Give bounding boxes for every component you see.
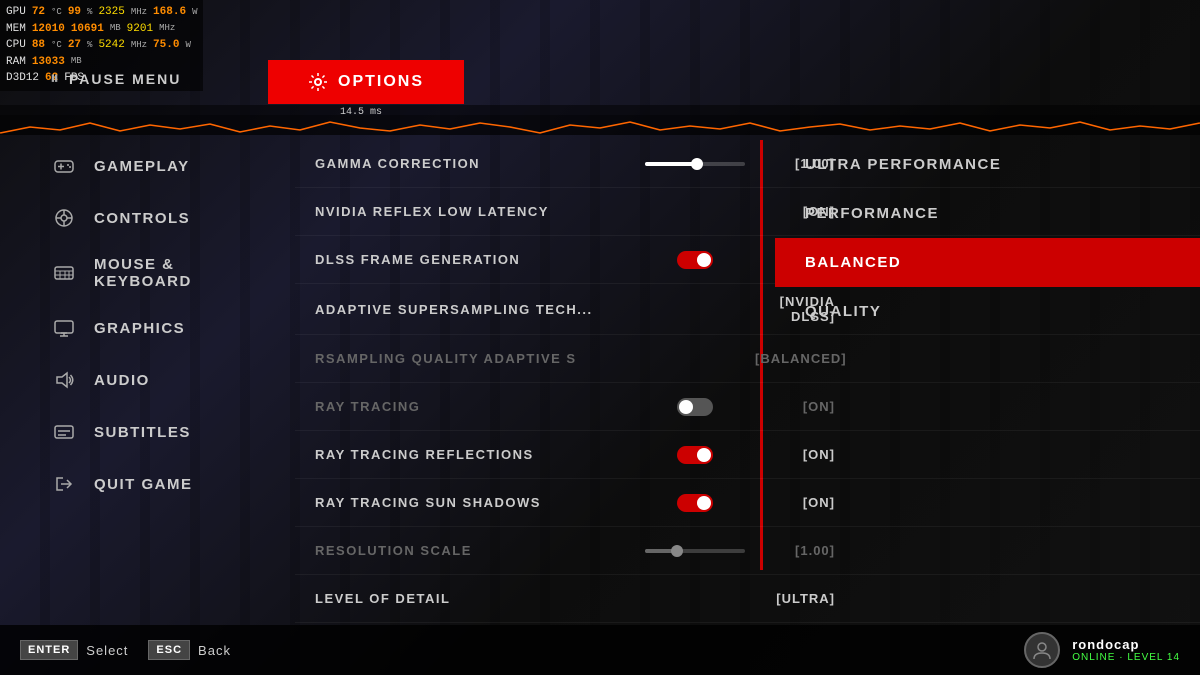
setting-name-res-scale: RESOLUTION SCALE [315, 543, 635, 558]
user-status: ONLINE · LEVEL 14 [1072, 652, 1180, 663]
sidebar-mouse-keyboard-label: MOUSE & KEYBOARD [94, 256, 260, 290]
hud-cpu-power: 75.0 [153, 37, 179, 54]
setting-value-rt-reflections: [ON] [755, 447, 855, 462]
setting-name-dlss-fg: DLSS FRAME GENERATION [315, 252, 635, 267]
hud-d3d-label: D3D12 [6, 70, 39, 87]
hud-mem-val1: 12010 [32, 21, 65, 38]
setting-name-ray-tracing: RAY TRACING [315, 399, 635, 414]
setting-value-lod: [ULTRA] [755, 591, 855, 606]
user-name: rondocap [1072, 637, 1180, 652]
frametime-graph [0, 115, 1200, 135]
options-label: OPTIONS [338, 73, 424, 91]
quality-item-balanced[interactable]: BALANCED [775, 238, 1200, 287]
quality-panel: ULTRA PERFORMANCE PERFORMANCE BALANCED Q… [775, 140, 1200, 336]
setting-row-resample[interactable]: RSAMPLING QUALITY ADAPTIVE S [BALANCED] [295, 335, 1200, 383]
sidebar-item-mouse-keyboard[interactable]: MOUSE & KEYBOARD [40, 244, 270, 302]
toggle-rt-reflections[interactable] [677, 446, 713, 464]
hud-cpu-temp: 88 [32, 37, 45, 54]
setting-row-rt-reflections[interactable]: RAY TRACING REFLECTIONS [ON] [295, 431, 1200, 479]
quality-item-performance[interactable]: PERFORMANCE [775, 189, 1200, 238]
frametime-bar: 14.5 ms [0, 105, 1200, 135]
hud-cpu-clock: 5242 [98, 37, 124, 54]
graphics-icon [50, 314, 78, 342]
hud-gpu-power: 168.6 [153, 4, 186, 21]
subtitles-icon [50, 418, 78, 446]
toggle-rt-shadows[interactable] [677, 494, 713, 512]
setting-control-res-scale[interactable] [635, 549, 755, 553]
hud-gpu-label: GPU [6, 4, 26, 21]
setting-value-ray-tracing: [ON] [755, 399, 855, 414]
setting-name-resample: RSAMPLING QUALITY ADAPTIVE S [315, 351, 635, 366]
key-enter-label: Select [86, 643, 128, 658]
key-hint-enter: ENTER Select [20, 640, 128, 660]
sidebar: GAMEPLAY CONTROLS [40, 140, 270, 510]
pause-menu-text: PAUSE MENU [69, 71, 181, 87]
sidebar-item-subtitles[interactable]: SUBTITLES [40, 406, 270, 458]
setting-name-rt-reflections: RAY TRACING REFLECTIONS [315, 447, 635, 462]
setting-row-res-scale[interactable]: RESOLUTION SCALE [1.00] [295, 527, 1200, 575]
setting-row-lod[interactable]: LEVEL OF DETAIL [ULTRA] [295, 575, 1200, 623]
toggle-ray-tracing[interactable] [677, 398, 713, 416]
quit-icon [50, 470, 78, 498]
user-avatar [1024, 632, 1060, 668]
gameplay-icon [50, 152, 78, 180]
hud-ram-label: RAM [6, 54, 26, 71]
hud-cpu-label: CPU [6, 37, 26, 54]
setting-control-gamma[interactable] [635, 162, 755, 166]
setting-control-ray-tracing[interactable] [635, 398, 755, 416]
user-info: rondocap ONLINE · LEVEL 14 [1072, 637, 1180, 663]
bottom-bar: ENTER Select ESC Back rondocap ONLINE · … [0, 625, 1200, 675]
hud-gpu-temp: 72 [32, 4, 45, 21]
setting-row-rt-shadows[interactable]: RAY TRACING SUN SHADOWS [ON] [295, 479, 1200, 527]
sidebar-item-controls[interactable]: CONTROLS [40, 192, 270, 244]
toggle-dlss-fg[interactable] [677, 251, 713, 269]
sidebar-item-audio[interactable]: AUDIO [40, 354, 270, 406]
setting-value-res-scale: [1.00] [755, 543, 855, 558]
setting-row-ray-tracing[interactable]: RAY TRACING [ON] [295, 383, 1200, 431]
bottom-left-hints: ENTER Select ESC Back [20, 640, 231, 660]
hud-mem-clock: 9201 [127, 21, 153, 38]
options-icon [308, 72, 328, 92]
setting-value-rt-shadows: [ON] [755, 495, 855, 510]
setting-value-resample: [BALANCED] [755, 351, 867, 366]
setting-name-reflex: NVIDIA REFLEX LOW LATENCY [315, 204, 635, 219]
key-esc: ESC [148, 640, 190, 660]
quality-item-quality[interactable]: QUALITY [775, 287, 1200, 336]
mouse-keyboard-icon [50, 259, 78, 287]
setting-control-rt-shadows[interactable] [635, 494, 755, 512]
controls-icon [50, 204, 78, 232]
setting-name-rt-shadows: RAY TRACING SUN SHADOWS [315, 495, 635, 510]
hud-mem-val2: 10691 [71, 21, 104, 38]
setting-name-adaptive-ss: ADAPTIVE SUPERSAMPLING TECH... [315, 302, 635, 317]
setting-name-gamma: GAMMA CORRECTION [315, 156, 635, 171]
sidebar-gameplay-label: GAMEPLAY [94, 158, 190, 175]
sidebar-item-quit[interactable]: QUIT GAME [40, 458, 270, 510]
pause-menu-label: ⏸ PAUSE MENU [50, 68, 181, 89]
hud-cpu-usage: 27 [68, 37, 81, 54]
sidebar-controls-label: CONTROLS [94, 210, 190, 227]
key-esc-label: Back [198, 643, 231, 658]
sidebar-quit-label: QUIT GAME [94, 476, 193, 493]
key-hint-esc: ESC Back [148, 640, 231, 660]
quality-item-ultra-perf[interactable]: ULTRA PERFORMANCE [775, 140, 1200, 189]
options-button[interactable]: OPTIONS [268, 60, 464, 104]
bottom-right-user: rondocap ONLINE · LEVEL 14 [1024, 632, 1180, 668]
setting-name-lod: LEVEL OF DETAIL [315, 591, 635, 606]
sidebar-item-graphics[interactable]: GRAPHICS [40, 302, 270, 354]
setting-control-rt-reflections[interactable] [635, 446, 755, 464]
hud-gpu-usage: 99 [68, 4, 81, 21]
sidebar-audio-label: AUDIO [94, 372, 150, 389]
audio-icon [50, 366, 78, 394]
hud-mem-label: MEM [6, 21, 26, 38]
setting-control-dlss-fg[interactable] [635, 251, 755, 269]
sidebar-subtitles-label: SUBTITLES [94, 424, 191, 441]
sidebar-item-gameplay[interactable]: GAMEPLAY [40, 140, 270, 192]
sidebar-graphics-label: GRAPHICS [94, 320, 185, 337]
key-enter: ENTER [20, 640, 78, 660]
hud-gpu-clock: 2325 [98, 4, 124, 21]
